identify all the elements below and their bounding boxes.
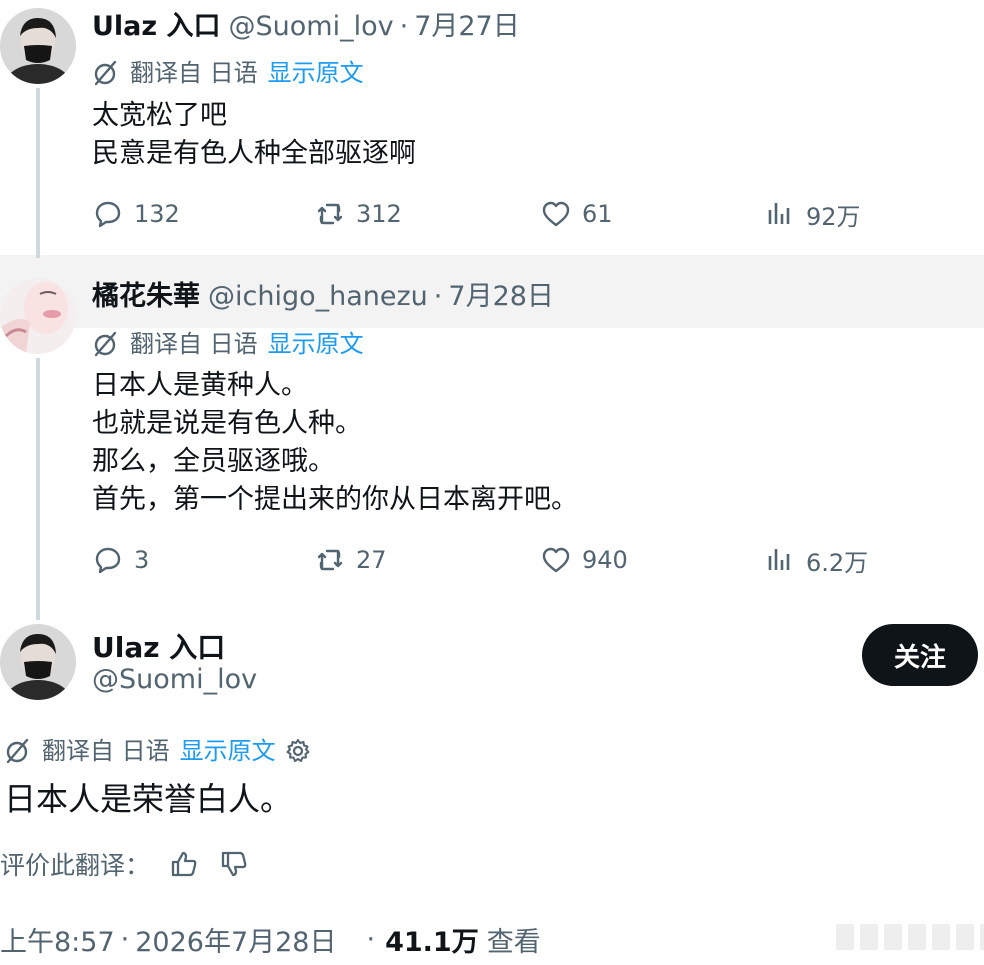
reply-count: 3	[134, 546, 150, 574]
avatar[interactable]	[0, 8, 76, 84]
tweet-full-date[interactable]: 2026年7月28日	[135, 920, 336, 959]
show-original-link[interactable]: 显示原文	[268, 329, 364, 359]
author-handle[interactable]: @Suomi_lov	[92, 664, 257, 695]
retweet-icon	[317, 203, 343, 225]
author-name[interactable]: 橘花朱華	[92, 280, 200, 314]
retweet-button[interactable]: 27	[314, 540, 387, 580]
tweet-actions: 132 312 61 92万	[92, 194, 892, 234]
rate-translation: 评价此翻译：	[0, 846, 250, 882]
translate-icon	[94, 60, 117, 86]
rate-label: 评价此翻译：	[0, 851, 151, 880]
tweet-line: 首先，第一个提出来的你从日本离开吧。	[92, 484, 578, 515]
heart-icon	[542, 201, 570, 227]
reply-button[interactable]: 132	[92, 194, 180, 234]
watermark	[836, 924, 984, 950]
separator-dot: ·	[433, 281, 443, 312]
tweet-line: 也就是说是有色人种。	[92, 408, 362, 439]
separator-dot: ·	[399, 11, 409, 42]
heart-icon	[542, 547, 570, 573]
tweet-body: 日本人是黄种人。 也就是说是有色人种。 那么，全员驱逐哦。 首先，第一个提出来的…	[92, 367, 578, 519]
translated-from-label: 翻译自 日语	[42, 737, 170, 765]
tweet-time[interactable]: 上午8:57	[0, 920, 115, 959]
show-original-link[interactable]: 显示原文	[268, 58, 364, 88]
thread-view: Ulaz 入口 @Suomi_lov · 7月27日 翻译自 日语 显示原文 太…	[0, 0, 984, 965]
analytics-icon	[768, 203, 790, 224]
translation-info: 翻译自 日语 显示原文	[4, 736, 312, 766]
avatar[interactable]	[0, 278, 76, 354]
retweet-button[interactable]: 312	[314, 194, 402, 234]
translated-from-label: 翻译自 日语	[130, 330, 258, 358]
thumbs-down-icon[interactable]	[218, 848, 250, 880]
translate-icon	[6, 738, 29, 764]
tweet-header: 橘花朱華 @ichigo_hanezu · 7月28日	[92, 280, 554, 314]
retweet-icon	[317, 549, 343, 571]
author-name[interactable]: Ulaz 入口	[92, 10, 221, 44]
analytics-icon	[768, 549, 790, 570]
show-original-link[interactable]: 显示原文	[180, 736, 276, 766]
tweet-line: 日本人是黄种人。	[92, 370, 308, 401]
reply-icon	[95, 547, 121, 574]
thread-line	[36, 358, 40, 620]
tweet-line: 那么，全员驱逐哦。	[92, 446, 335, 477]
separator-dot: ·	[120, 923, 130, 955]
view-count: 92万	[806, 202, 861, 231]
tweet-body: 日本人是荣誉白人。	[4, 780, 293, 818]
view-count: 6.2万	[806, 548, 869, 577]
tweet-header: Ulaz 入口 @Suomi_lov · 7月27日	[92, 10, 520, 44]
like-count: 61	[582, 200, 613, 228]
thumbs-up-icon[interactable]	[168, 848, 200, 880]
total-views: 41.1万	[385, 926, 479, 958]
retweet-count: 312	[356, 200, 402, 228]
avatar[interactable]	[0, 624, 76, 700]
tweet-line: 民意是有色人种全部驱逐啊	[92, 138, 416, 169]
author-handle[interactable]: @Suomi_lov	[229, 10, 394, 44]
translation-info: 翻译自 日语 显示原文	[92, 329, 364, 359]
translation-info: 翻译自 日语 显示原文	[92, 58, 364, 88]
views-button[interactable]: 92万	[764, 194, 861, 234]
views-button[interactable]: 6.2万	[764, 540, 868, 580]
tweet-date[interactable]: 7月28日	[448, 280, 554, 314]
like-button[interactable]: 940	[540, 540, 628, 580]
follow-button[interactable]: 关注	[862, 624, 978, 686]
gear-icon[interactable]	[284, 737, 312, 765]
translate-icon	[94, 331, 117, 357]
translated-from-label: 翻译自 日语	[130, 59, 258, 87]
author-name[interactable]: Ulaz 入口	[92, 626, 225, 666]
like-count: 940	[582, 546, 628, 574]
reply-icon	[95, 201, 121, 228]
tweet-meta: 上午8:57 · 2026年7月28日 · 41.1万 查看	[0, 919, 541, 959]
reply-button[interactable]: 3	[92, 540, 149, 580]
like-button[interactable]: 61	[540, 194, 613, 234]
retweet-count: 27	[356, 546, 387, 574]
views-label: 查看	[486, 926, 541, 958]
tweet-body: 太宽松了吧 民意是有色人种全部驱逐啊	[92, 97, 416, 173]
tweet-actions: 3 27 940 6.2万	[92, 540, 892, 580]
separator-dot: ·	[366, 923, 376, 955]
tweet-date[interactable]: 7月27日	[414, 10, 520, 44]
tweet-line: 太宽松了吧	[92, 100, 227, 131]
thread-line	[36, 88, 40, 258]
author-handle[interactable]: @ichigo_hanezu	[208, 280, 428, 314]
reply-count: 132	[134, 200, 180, 228]
